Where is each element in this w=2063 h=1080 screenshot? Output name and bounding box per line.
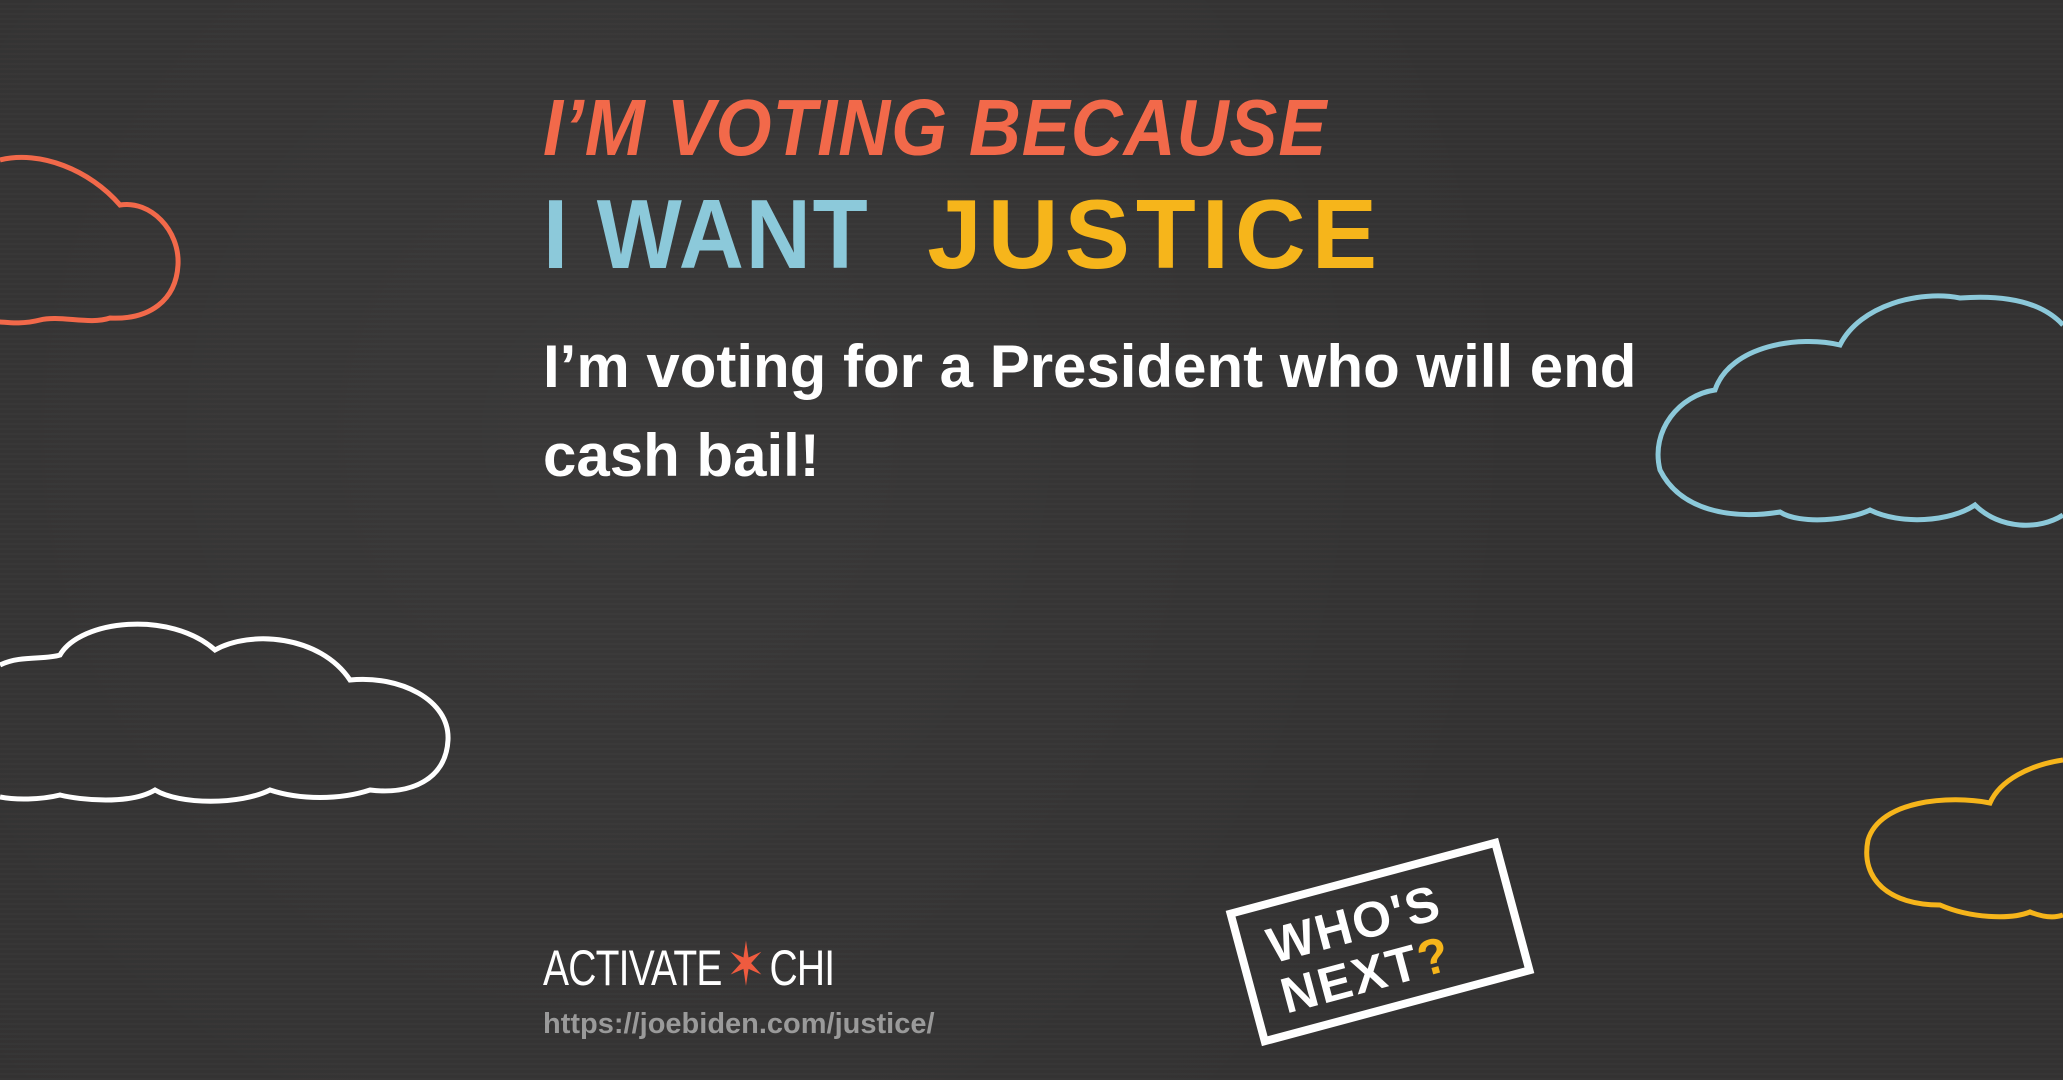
activate-chi-logo: ACTIVATE✶CHI: [543, 930, 835, 1000]
orange-cloud: [0, 154, 181, 326]
url-link[interactable]: https://joebiden.com/justice/: [543, 1008, 935, 1041]
white-cloud: [0, 621, 451, 804]
yellow-cloud: [1864, 757, 2063, 920]
headline-top: I’M VOTING BECAUSE: [543, 83, 1328, 172]
headline-main: I WANT JUSTICE: [543, 178, 1383, 291]
headline-main-part1: I WANT: [543, 179, 870, 289]
body-text: I’m voting for a President who will end …: [543, 333, 1637, 489]
logo-left: ACTIVATE: [543, 940, 722, 996]
blue-cloud: [1655, 293, 2063, 528]
headline-main-part2: JUSTICE: [927, 179, 1384, 289]
star-icon: ✶: [726, 931, 765, 998]
logo-right: CHI: [769, 940, 835, 996]
